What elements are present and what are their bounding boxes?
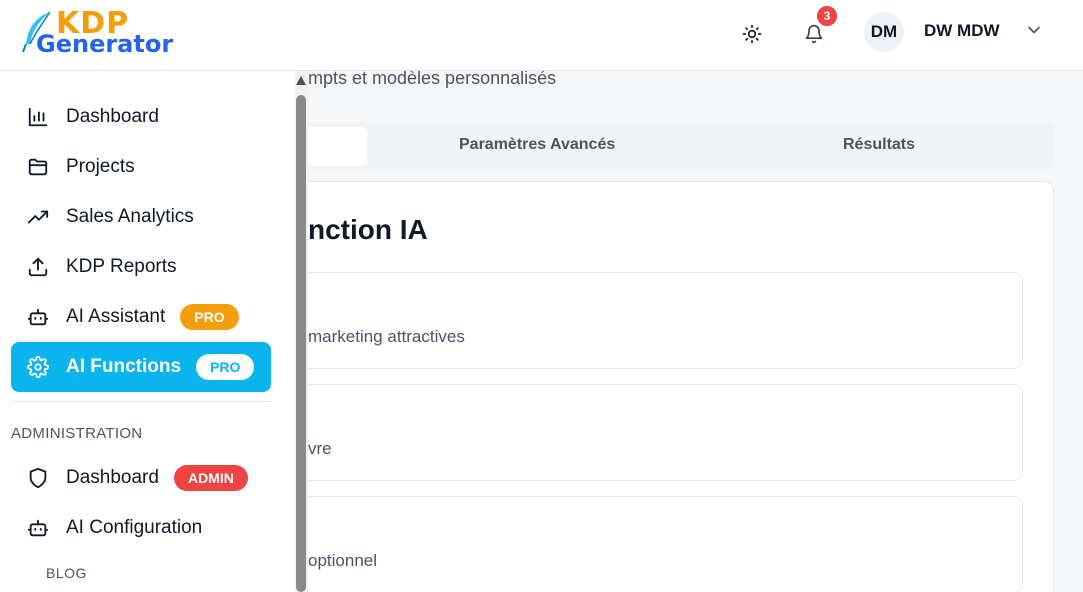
scrollbar-thumb[interactable] xyxy=(296,95,306,592)
sidebar-scrollbar[interactable] xyxy=(295,71,308,592)
sun-icon xyxy=(742,24,762,44)
tab-results[interactable]: Résultats xyxy=(843,136,915,154)
sidebar-item-ai-assistant[interactable]: AI Assistant PRO xyxy=(11,292,271,342)
sidebar-item-ai-configuration[interactable]: AI Configuration xyxy=(11,503,271,553)
sidebar-item-admin-dashboard[interactable]: Dashboard ADMIN xyxy=(11,453,271,503)
tabs-bar: Paramètres Avancés Résultats xyxy=(308,122,1054,170)
main-content: mpts et modèles personnalisés Paramètres… xyxy=(308,71,1083,592)
bell-icon xyxy=(805,24,823,44)
avatar[interactable]: DM xyxy=(864,12,904,52)
sidebar-item-projects[interactable]: Projects xyxy=(11,142,271,192)
sidebar-item-sales-analytics[interactable]: Sales Analytics xyxy=(11,192,271,242)
pro-badge: PRO xyxy=(180,304,239,330)
option-description: marketing attractives xyxy=(308,327,465,346)
sidebar-item-label: KDP Reports xyxy=(66,256,177,277)
bot-icon xyxy=(26,516,50,540)
gear-icon xyxy=(26,355,50,379)
folder-icon xyxy=(26,155,50,179)
sidebar-item-label: Dashboard xyxy=(66,467,159,488)
sidebar-item-label: Dashboard xyxy=(66,106,159,127)
trending-up-icon xyxy=(26,205,50,229)
function-option[interactable] xyxy=(308,272,1023,369)
sidebar-item-label: AI Functions xyxy=(66,356,182,377)
chevron-down-icon[interactable] xyxy=(1024,20,1044,40)
theme-toggle-button[interactable] xyxy=(734,16,770,52)
notification-count-badge: 3 xyxy=(815,4,839,28)
pro-badge: PRO xyxy=(196,354,255,380)
sidebar-divider xyxy=(11,401,271,402)
sidebar-item-label: Sales Analytics xyxy=(66,206,194,227)
sidebar-item-label: AI Assistant xyxy=(66,306,166,327)
function-option[interactable] xyxy=(308,496,1023,592)
kdp-generator-logo[interactable]: KDP Generator xyxy=(20,6,180,58)
function-option[interactable] xyxy=(308,384,1023,481)
sidebar-item-label: Projects xyxy=(66,156,135,177)
logo-text-generator: Generator xyxy=(36,30,174,58)
top-header: KDP Generator 3 DM DW MDW xyxy=(0,0,1083,71)
option-description: optionnel xyxy=(308,551,378,570)
bar-chart-icon xyxy=(26,105,50,129)
sidebar-item-dashboard[interactable]: Dashboard xyxy=(11,92,271,142)
bot-icon xyxy=(26,305,50,329)
page-subtitle: mpts et modèles personnalisés xyxy=(308,71,557,88)
admin-badge: ADMIN xyxy=(173,465,248,491)
scroll-up-arrow[interactable] xyxy=(296,76,306,85)
blog-section-title: BLOG xyxy=(46,565,87,581)
tab-active[interactable] xyxy=(308,127,367,166)
sidebar-item-kdp-reports[interactable]: KDP Reports xyxy=(11,242,271,292)
upload-icon xyxy=(26,255,50,279)
tab-advanced-settings[interactable]: Paramètres Avancés xyxy=(459,136,615,154)
user-name[interactable]: DW MDW xyxy=(924,21,1000,41)
option-description: vre xyxy=(308,439,332,458)
sidebar-item-ai-functions[interactable]: AI Functions PRO xyxy=(11,342,271,392)
sidebar-item-label: AI Configuration xyxy=(66,517,203,538)
admin-section-title: ADMINISTRATION xyxy=(11,425,143,442)
card-title: nction IA xyxy=(308,214,428,245)
sidebar: Dashboard Projects Sales Analytics KDP R… xyxy=(0,71,295,592)
shield-icon xyxy=(26,466,50,490)
